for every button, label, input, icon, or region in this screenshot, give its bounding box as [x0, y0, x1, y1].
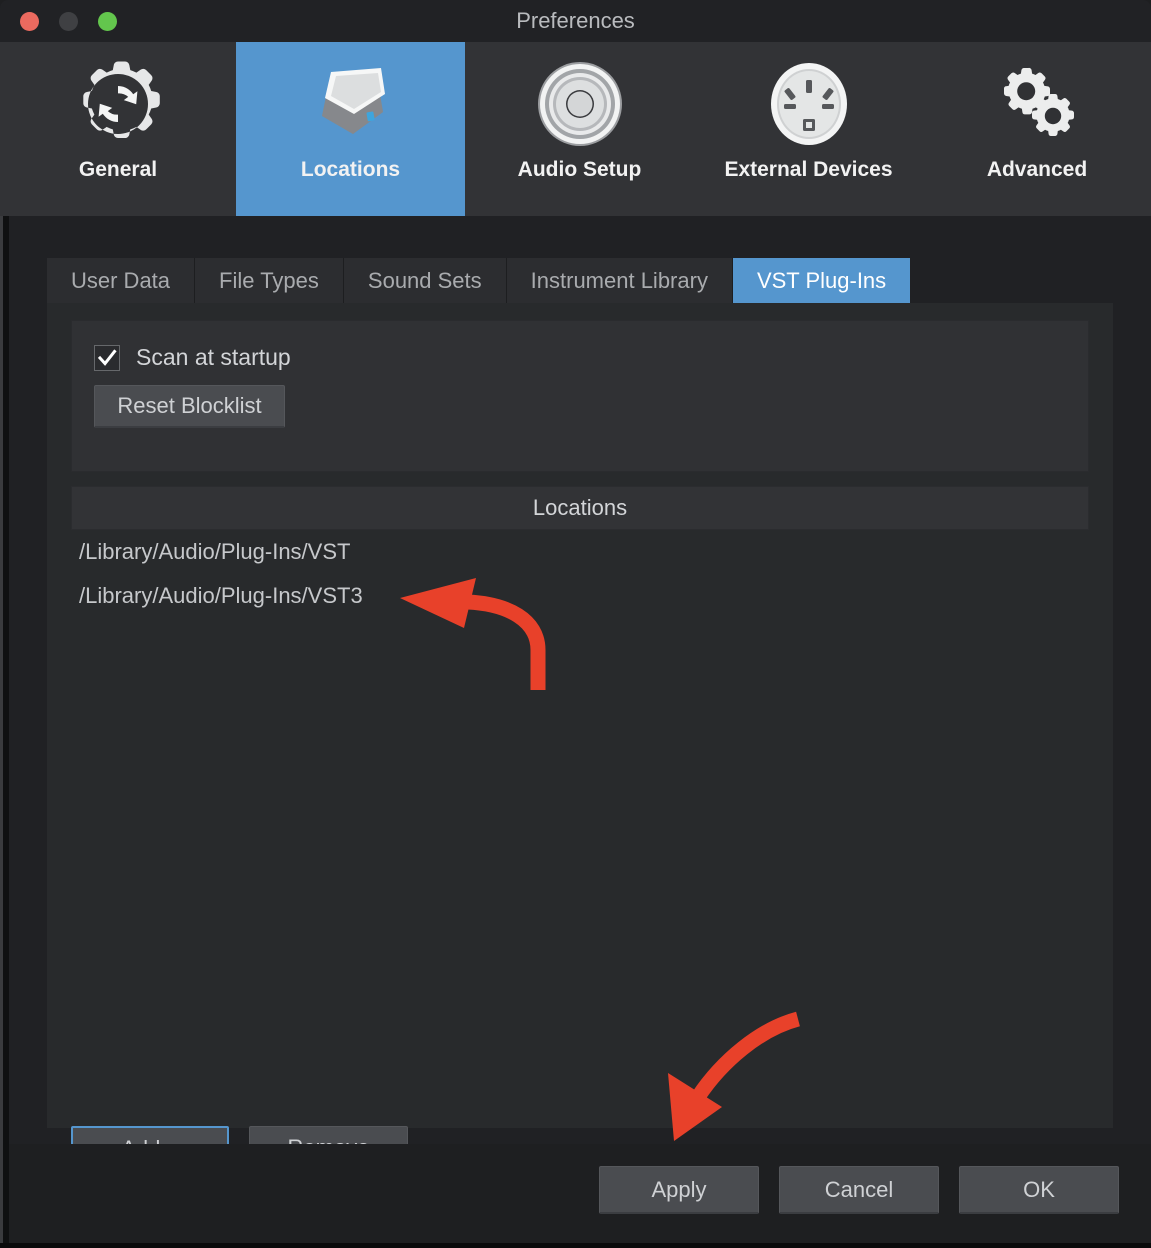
gear-refresh-icon [70, 56, 166, 152]
two-gears-icon [989, 56, 1085, 152]
list-item[interactable]: /Library/Audio/Plug-Ins/VST3 [71, 574, 1089, 618]
toolbar-item-locations[interactable]: Locations [236, 42, 465, 216]
tab-vst-plug-ins[interactable]: VST Plug-Ins [732, 258, 911, 303]
locations-header-label: Locations [532, 495, 628, 520]
toolbar-item-advanced[interactable]: Advanced [923, 42, 1151, 216]
window-bottom-edge [0, 1243, 1151, 1248]
reset-blocklist-button[interactable]: Reset Blocklist [94, 385, 285, 428]
list-item[interactable]: /Library/Audio/Plug-Ins/VST [71, 530, 1089, 574]
reset-blocklist-label: Reset Blocklist [117, 393, 262, 418]
toolbar-item-external-devices[interactable]: External Devices [694, 42, 923, 216]
scan-at-startup-label: Scan at startup [136, 344, 291, 370]
scan-at-startup-checkbox[interactable] [94, 344, 120, 371]
scan-settings-group: Scan at startup Reset Blocklist [71, 320, 1089, 472]
toolbar-item-external-devices-label: External Devices [724, 158, 893, 181]
toolbar-item-general[interactable]: General [0, 42, 236, 216]
apply-label: Apply [651, 1176, 707, 1202]
tab-user-data[interactable]: User Data [47, 258, 196, 303]
tab-sound-sets[interactable]: Sound Sets [343, 258, 507, 303]
tab-file-types[interactable]: File Types [195, 258, 344, 303]
toolbar-item-advanced-label: Advanced [986, 158, 1088, 181]
locations-tabstrip: User Data File Types Sound Sets Instrume… [47, 258, 911, 303]
apply-button[interactable]: Apply [599, 1166, 759, 1214]
tab-file-types-label: File Types [219, 268, 319, 293]
toolbar-item-audio-setup-label: Audio Setup [517, 158, 642, 181]
tab-instrument-library-label: Instrument Library [530, 268, 708, 293]
preferences-window: Preferences General Locations Audio Setu… [0, 0, 1151, 1248]
locations-list[interactable]: /Library/Audio/Plug-Ins/VST /Library/Aud… [71, 530, 1089, 1090]
ok-button[interactable]: OK [959, 1166, 1119, 1214]
window-left-highlight [0, 216, 3, 1248]
check-icon [97, 348, 117, 366]
hard-drive-icon [303, 56, 399, 152]
toolbar-item-locations-label: Locations [300, 158, 401, 181]
tab-instrument-library[interactable]: Instrument Library [506, 258, 733, 303]
cancel-label: Cancel [824, 1176, 894, 1202]
dialog-footer-buttons: Apply Cancel OK [599, 1166, 1119, 1214]
speaker-knob-icon [532, 56, 628, 152]
toolbar-item-general-label: General [78, 158, 158, 181]
window-title: Preferences [516, 8, 635, 33]
location-path: /Library/Audio/Plug-Ins/VST [79, 539, 351, 564]
locations-list-header: Locations [71, 486, 1089, 530]
toolbar-item-audio-setup[interactable]: Audio Setup [465, 42, 694, 216]
location-path: /Library/Audio/Plug-Ins/VST3 [79, 583, 363, 608]
tab-user-data-label: User Data [71, 268, 171, 293]
vst-plugins-panel: Scan at startup Reset Blocklist Location… [47, 303, 1113, 1171]
cancel-button[interactable]: Cancel [779, 1166, 939, 1214]
tab-vst-plug-ins-label: VST Plug-Ins [756, 268, 887, 293]
ok-label: OK [1023, 1176, 1055, 1202]
preferences-body: User Data File Types Sound Sets Instrume… [9, 216, 1151, 1248]
scan-at-startup-row[interactable]: Scan at startup [94, 344, 291, 371]
dialog-footer: Apply Cancel OK [9, 1144, 1151, 1248]
power-socket-icon [761, 56, 857, 152]
preferences-toolbar: General Locations Audio Setup External D… [0, 42, 1151, 216]
tab-sound-sets-label: Sound Sets [367, 268, 482, 293]
window-titlebar: Preferences [0, 0, 1151, 42]
